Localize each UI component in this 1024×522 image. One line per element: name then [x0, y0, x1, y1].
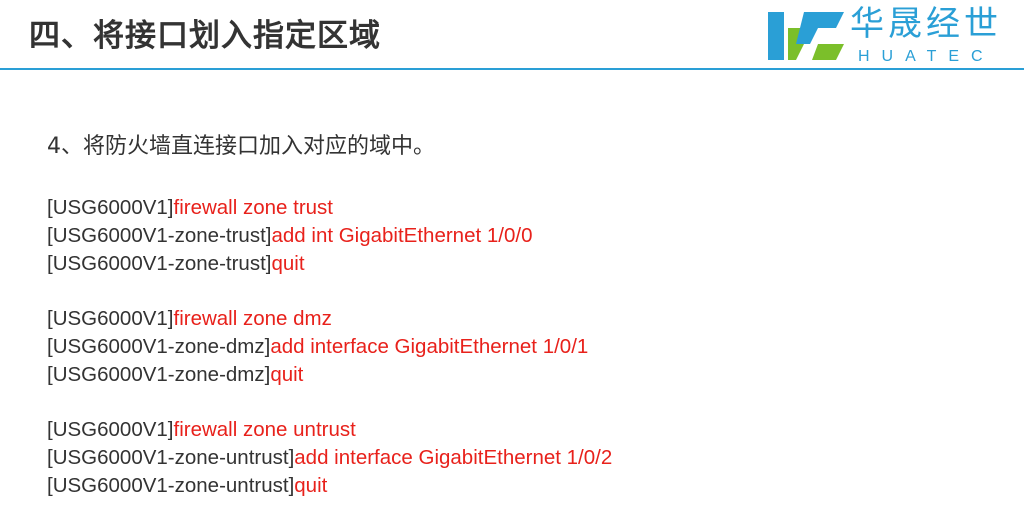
huatec-logo-icon: [768, 12, 844, 60]
step-heading: 4、将防火墙直连接口加入对应的域中。: [47, 134, 435, 159]
cli-command: quit: [294, 474, 328, 497]
command-line: [USG6000V1-zone-dmz]quit: [47, 361, 947, 389]
cli-prompt: [USG6000V1]: [47, 196, 174, 219]
slide-title: 四、将接口划入指定区域: [29, 18, 381, 54]
title-divider: [0, 68, 1024, 70]
command-line: [USG6000V1-zone-dmz]add interface Gigabi…: [47, 333, 947, 361]
cli-command: firewall zone trust: [173, 196, 334, 219]
command-line: [USG6000V1-zone-trust]quit: [47, 250, 947, 278]
cli-command: firewall zone untrust: [173, 418, 356, 441]
cli-command: add interface GigabitEthernet 1/0/1: [270, 335, 589, 358]
command-block-dmz: [USG6000V1]firewall zone dmz [USG6000V1-…: [47, 305, 947, 389]
cli-command: quit: [270, 363, 304, 386]
cli-prompt: [USG6000V1-zone-untrust]: [47, 474, 295, 497]
cli-command: add int GigabitEthernet 1/0/0: [271, 224, 533, 247]
command-line: [USG6000V1]firewall zone dmz: [47, 305, 947, 333]
cli-prompt: [USG6000V1]: [47, 307, 174, 330]
cli-prompt: [USG6000V1-zone-trust]: [47, 252, 272, 275]
command-line: [USG6000V1-zone-trust]add int GigabitEth…: [47, 222, 947, 250]
cli-prompt: [USG6000V1-zone-dmz]: [47, 335, 271, 358]
cli-command: firewall zone dmz: [173, 307, 332, 330]
cli-prompt: [USG6000V1]: [47, 418, 174, 441]
cli-prompt: [USG6000V1-zone-dmz]: [47, 363, 271, 386]
logo-english-text: HUATEC: [858, 48, 995, 65]
logo-chinese-text: 华晟经世: [850, 4, 1002, 44]
command-line: [USG6000V1-zone-untrust]quit: [47, 472, 947, 500]
command-block-trust: [USG6000V1]firewall zone trust [USG6000V…: [47, 194, 947, 278]
command-block-untrust: [USG6000V1]firewall zone untrust [USG600…: [47, 416, 947, 500]
cli-command: add interface GigabitEthernet 1/0/2: [294, 446, 613, 469]
cli-prompt: [USG6000V1-zone-untrust]: [47, 446, 295, 469]
cli-command: quit: [271, 252, 305, 275]
command-line: [USG6000V1]firewall zone trust: [47, 194, 947, 222]
cli-prompt: [USG6000V1-zone-trust]: [47, 224, 272, 247]
command-line: [USG6000V1-zone-untrust]add interface Gi…: [47, 444, 947, 472]
huatec-logo: 华晟经世 HUATEC: [766, 4, 1016, 66]
command-line: [USG6000V1]firewall zone untrust: [47, 416, 947, 444]
